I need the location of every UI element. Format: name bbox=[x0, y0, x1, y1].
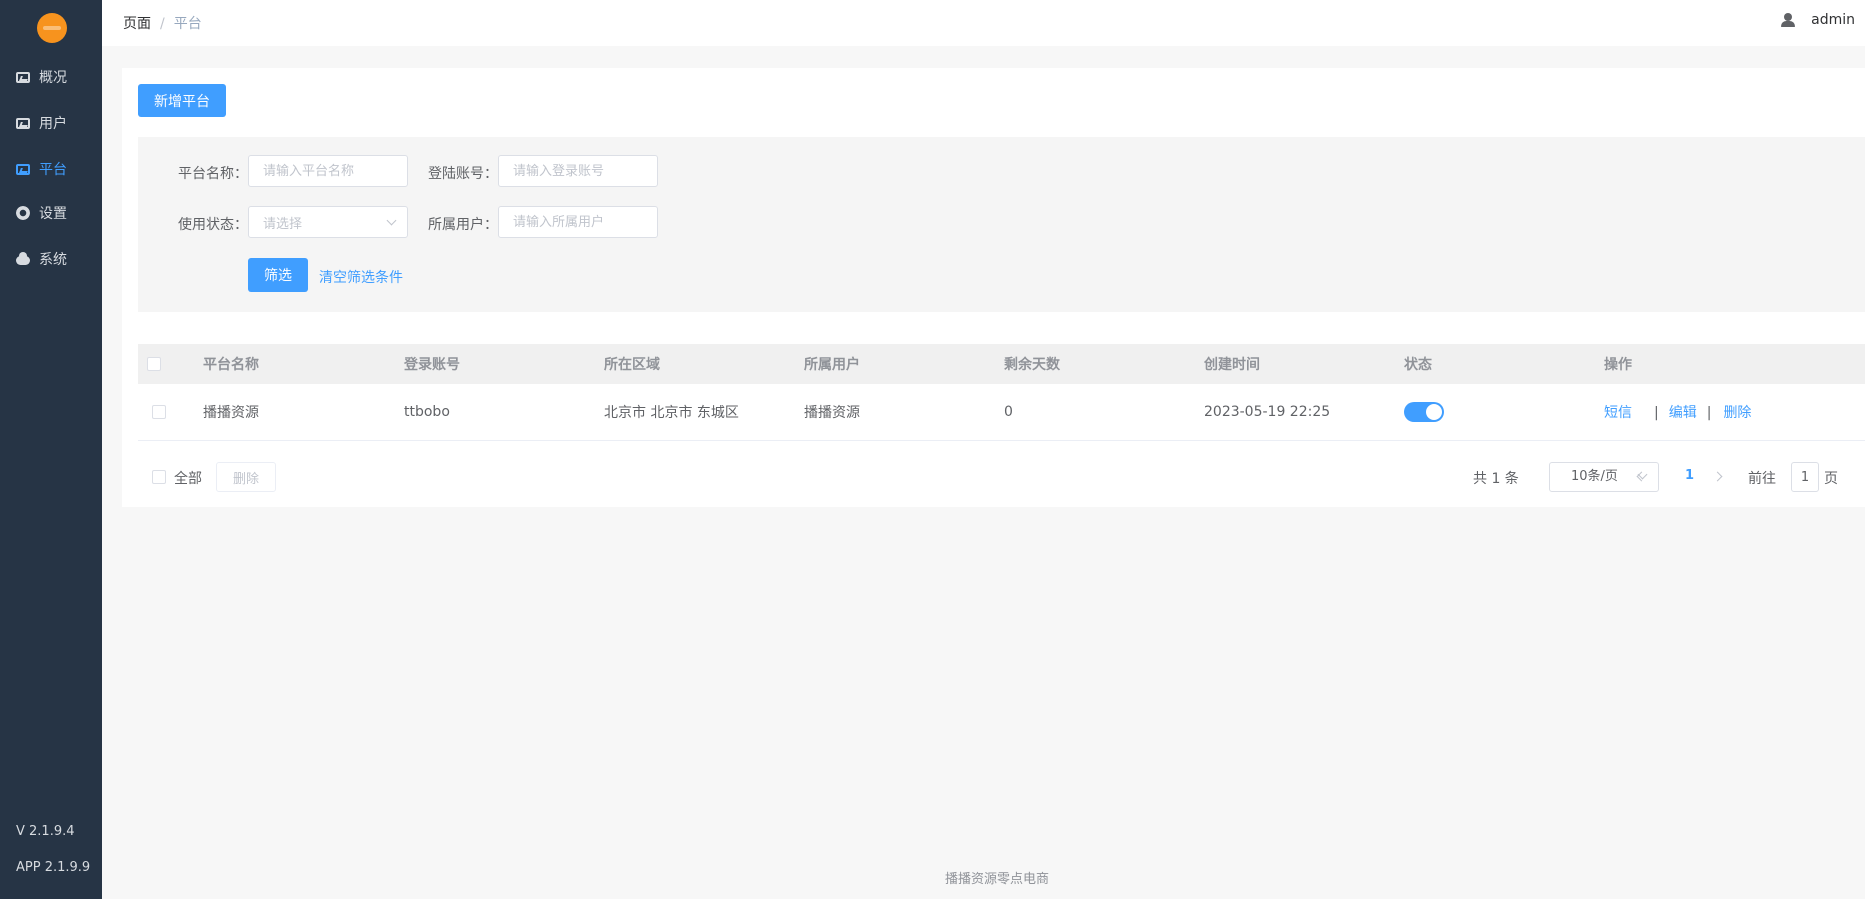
delete-link[interactable]: 删除 bbox=[1723, 405, 1751, 421]
column-header: 操作 bbox=[1604, 357, 1632, 373]
next-page-icon[interactable] bbox=[1712, 471, 1723, 482]
status-select-placeholder: 请选择 bbox=[263, 216, 303, 232]
platform-name-cell: 播播资源 bbox=[203, 405, 259, 421]
days-left-cell: 0 bbox=[1004, 404, 1013, 420]
app-version-label: APP 2.1.9.9 bbox=[16, 860, 91, 875]
footer-text: 播播资源零点电商 bbox=[945, 872, 1050, 887]
select-all-checkbox[interactable] bbox=[147, 357, 161, 371]
sidebar-item-label: 设置 bbox=[39, 206, 67, 222]
sms-link[interactable]: 短信 bbox=[1604, 405, 1632, 421]
column-header: 所在区域 bbox=[604, 357, 660, 373]
edit-link[interactable]: 编辑 bbox=[1669, 405, 1697, 421]
status-select[interactable]: 请选择 bbox=[248, 206, 408, 238]
sidebar-item-system[interactable]: 系统 bbox=[0, 244, 102, 274]
bulk-select-all-checkbox[interactable] bbox=[152, 470, 166, 484]
action-separator: | bbox=[1654, 405, 1659, 421]
filter-panel: 平台名称： 登陆账号： 使用状态： 请选择 所属用户： 筛选 清空筛选条件 bbox=[138, 137, 1865, 312]
breadcrumb-item-current: 平台 bbox=[173, 16, 202, 32]
sidebar: 概况 用户 平台 设置 系统 V 2.1.9.4 APP 2.1.9.9 bbox=[0, 0, 102, 899]
page-number-current[interactable]: 1 bbox=[1685, 468, 1694, 483]
status-toggle[interactable] bbox=[1404, 402, 1444, 422]
content-card: 新增平台 平台名称： 登陆账号： 使用状态： 请选择 所属用户： 筛选 清空筛选… bbox=[122, 68, 1865, 507]
column-header: 剩余天数 bbox=[1004, 357, 1060, 373]
page-size-value: 10条/页 bbox=[1571, 469, 1618, 484]
breadcrumb: 页面 / 平台 bbox=[123, 13, 202, 33]
column-header: 平台名称 bbox=[203, 357, 259, 373]
sidebar-item-label: 平台 bbox=[39, 162, 67, 178]
breadcrumb-separator: / bbox=[160, 16, 165, 32]
login-account-label: 登陆账号： bbox=[428, 166, 498, 182]
account-cell: ttbobo bbox=[404, 404, 450, 420]
header: 页面 / 平台 admin bbox=[102, 0, 1865, 46]
table-row: 播播资源 ttbobo 北京市 北京市 东城区 播播资源 0 2023-05-1… bbox=[138, 384, 1865, 441]
filter-button[interactable]: 筛选 bbox=[248, 258, 308, 292]
created-time-cell: 2023-05-19 22:25 bbox=[1204, 404, 1331, 420]
user-name: admin bbox=[1811, 12, 1855, 28]
actions-cell: 短信 | 编辑 | 删除 bbox=[1604, 402, 1751, 422]
select-all-label: 全部 bbox=[174, 471, 202, 487]
screen-icon bbox=[16, 164, 30, 175]
version-label: V 2.1.9.4 bbox=[16, 824, 75, 839]
column-header: 状态 bbox=[1404, 357, 1432, 373]
table-footer: 全部 删除 共 1 条 10条/页 1 前往 页 bbox=[138, 462, 1865, 492]
sidebar-item-users[interactable]: 用户 bbox=[0, 108, 102, 138]
region-cell: 北京市 北京市 东城区 bbox=[604, 405, 739, 421]
table-header: 平台名称 登录账号 所在区域 所属用户 剩余天数 创建时间 状态 操作 bbox=[138, 344, 1865, 384]
clear-filters-link[interactable]: 清空筛选条件 bbox=[319, 267, 403, 287]
owner-label: 所属用户： bbox=[428, 217, 498, 233]
login-account-input[interactable] bbox=[498, 155, 658, 187]
add-platform-button[interactable]: 新增平台 bbox=[138, 84, 226, 117]
pagination-total: 共 1 条 bbox=[1473, 471, 1519, 487]
action-separator: | bbox=[1706, 405, 1712, 421]
goto-label: 前往 bbox=[1748, 471, 1776, 487]
column-header: 所属用户 bbox=[804, 357, 860, 373]
user-menu[interactable]: admin bbox=[1781, 12, 1855, 28]
sidebar-item-label: 系统 bbox=[39, 252, 67, 268]
status-label: 使用状态： bbox=[178, 217, 248, 233]
sidebar-item-overview[interactable]: 概况 bbox=[0, 62, 102, 92]
sidebar-item-label: 用户 bbox=[39, 116, 67, 132]
breadcrumb-item-pages[interactable]: 页面 bbox=[123, 16, 151, 32]
owner-cell: 播播资源 bbox=[804, 405, 860, 421]
logo bbox=[37, 13, 67, 43]
platform-name-input[interactable] bbox=[248, 155, 408, 187]
owner-input[interactable] bbox=[498, 206, 658, 238]
column-header: 登录账号 bbox=[404, 357, 460, 373]
platform-name-label: 平台名称： bbox=[178, 166, 248, 182]
screen-icon bbox=[16, 118, 30, 129]
cloud-icon bbox=[16, 252, 30, 265]
sidebar-item-platform[interactable]: 平台 bbox=[0, 154, 102, 184]
sidebar-item-settings[interactable]: 设置 bbox=[0, 198, 102, 228]
row-checkbox[interactable] bbox=[152, 405, 166, 419]
goto-suffix: 页 bbox=[1824, 471, 1838, 487]
chevron-down-icon bbox=[386, 215, 397, 226]
platform-table: 平台名称 登录账号 所在区域 所属用户 剩余天数 创建时间 状态 操作 播播资源… bbox=[138, 344, 1865, 441]
screen-icon bbox=[16, 72, 30, 83]
user-icon bbox=[1781, 13, 1796, 27]
gear-icon bbox=[16, 206, 30, 220]
bulk-delete-button[interactable]: 删除 bbox=[216, 462, 276, 492]
goto-page-input[interactable] bbox=[1791, 462, 1819, 492]
sidebar-item-label: 概况 bbox=[39, 70, 67, 86]
column-header: 创建时间 bbox=[1204, 357, 1260, 373]
